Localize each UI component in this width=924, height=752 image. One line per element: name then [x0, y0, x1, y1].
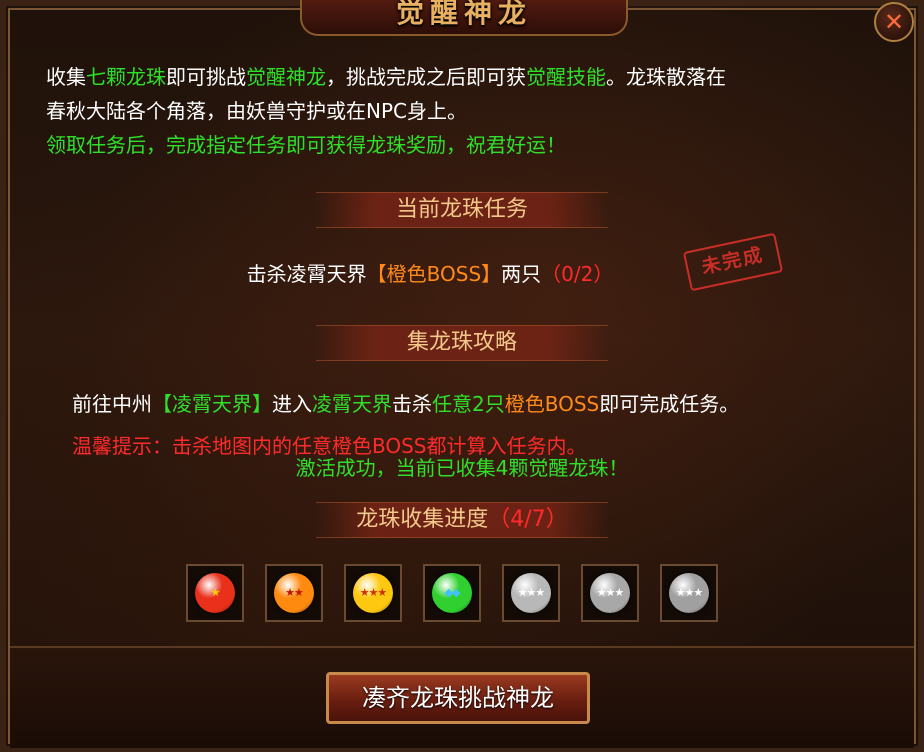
dragon-ball-slot[interactable]: ★★★: [344, 564, 402, 622]
dragon-ball-slot[interactable]: ★★: [265, 564, 323, 622]
orb-stars-icon: ★: [210, 586, 221, 599]
current-task-header: 当前龙珠任务: [316, 192, 608, 228]
title-bar: 觉醒神龙: [300, 0, 628, 36]
intro-line-3: 领取任务后，完成指定任务即可获得龙珠奖励，祝君好运！: [46, 133, 566, 157]
challenge-dragon-button[interactable]: 凑齐龙珠挑战神龙: [326, 672, 590, 724]
orb-green-icon: ◆◆: [432, 573, 472, 613]
dialog-title: 觉醒神龙: [395, 0, 532, 29]
dragon-ball-slots: ★ ★★ ★★★ ◆◆ ★★★ ★★★ ★★★: [186, 564, 718, 622]
orb-gray-3-icon: ★★★: [669, 573, 709, 613]
intro-line-1: 收集七颗龙珠即可挑战觉醒神龙，挑战完成之后即可获觉醒技能。龙珠散落在: [46, 65, 726, 89]
intro-line-2: 春秋大陆各个角落，由妖兽守护或在NPC身上。: [46, 99, 467, 123]
orb-stars-icon: ★★★: [517, 586, 546, 599]
orb-gray-1-icon: ★★★: [511, 573, 551, 613]
intro-text: 收集七颗龙珠即可挑战觉醒神龙，挑战完成之后即可获觉醒技能。龙珠散落在 春秋大陆各…: [46, 60, 886, 162]
orb-gray-2-icon: ★★★: [590, 573, 630, 613]
orb-stars-icon: ★★★: [359, 586, 388, 599]
orb-red-icon: ★: [195, 573, 235, 613]
orb-orange-icon: ★★: [274, 573, 314, 613]
orb-yellow-icon: ★★★: [353, 573, 393, 613]
dragon-ball-slot[interactable]: ◆◆: [423, 564, 481, 622]
orb-stars-icon: ★★★: [675, 586, 704, 599]
guide-header: 集龙珠攻略: [316, 325, 608, 361]
map-link[interactable]: 【凌霄天界】: [152, 392, 272, 416]
dragon-ball-slot[interactable]: ★★★: [502, 564, 560, 622]
orb-stars-icon: ◆◆: [444, 586, 461, 599]
progress-header: 龙珠收集进度（4/7）: [316, 502, 608, 538]
orb-stars-icon: ★★: [285, 586, 304, 599]
success-message: 激活成功，当前已收集4颗觉醒龙珠！: [295, 456, 629, 480]
orb-stars-icon: ★★★: [596, 586, 625, 599]
close-icon[interactable]: ✕: [874, 2, 914, 42]
dragon-ball-slot[interactable]: ★★★: [581, 564, 639, 622]
dragon-ball-slot[interactable]: ★★★: [660, 564, 718, 622]
guide-line: 前往中州【凌霄天界】进入凌霄天界击杀任意2只橙色BOSS即可完成任务。: [72, 392, 740, 416]
dragon-ball-slot[interactable]: ★: [186, 564, 244, 622]
